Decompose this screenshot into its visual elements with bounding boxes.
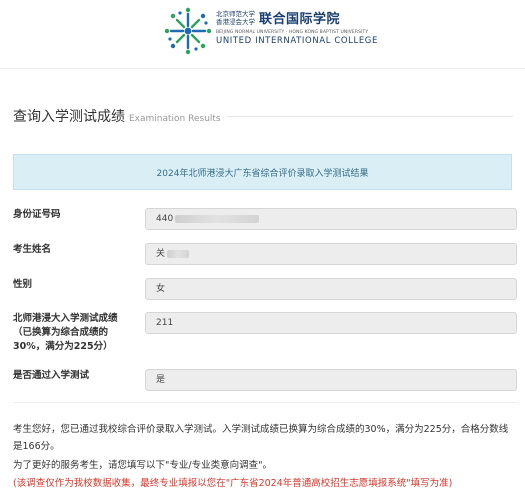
redacted-mask [167, 249, 190, 258]
title-divider [226, 116, 513, 117]
logo-cn-line1: 北京师范大学 [216, 9, 255, 18]
passed-field: 是 [145, 369, 517, 391]
field-label: 身份证号码 [13, 209, 61, 220]
field-label: 北师港浸大入学测试成绩（已换算为综合成绩的30%，满分为225分） [13, 313, 118, 352]
site-header: 北京师范大学 香港浸会大学 联合国际学院 BEIJING NORMAL UNIV… [0, 0, 525, 69]
survey-disclaimer: (该调查仅作为我校数据收集，最终专业填报以您在"广东省2024年普通高校招生志愿… [13, 478, 453, 489]
redacted-mask [175, 214, 260, 223]
field-label: 性别 [13, 279, 33, 290]
logo-wordmark: 北京师范大学 香港浸会大学 联合国际学院 BEIJING NORMAL UNIV… [216, 8, 391, 47]
logo-en-small: BEIJING NORMAL UNIVERSITY · HONG KONG BA… [216, 30, 369, 35]
page-title-cn: 查询入学测试成绩 [13, 109, 125, 125]
logo-cn-big: 联合国际学院 [259, 12, 341, 27]
field-value: 关 [156, 249, 166, 259]
result-note: 考生您好，您已通过我校综合评价录取入学测试。入学测试成绩已换算为综合成绩的30%… [13, 424, 509, 452]
page-title: 查询入学测试成绩 Examination Results [13, 106, 513, 126]
logo-en-big: UNITED INTERNATIONAL COLLEGE [216, 36, 378, 46]
logo-cn-line2: 香港浸会大学 [216, 17, 255, 26]
field-label: 是否通过入学测试 [13, 370, 90, 381]
survey-prompt: 为了更好的服务考生，请您填写以下"专业/专业类意向调查"。 [13, 460, 272, 471]
name-field: 关 [145, 243, 517, 265]
gender-field: 女 [145, 278, 517, 300]
id-number-field: 440 [145, 208, 517, 230]
page-title-en: Examination Results [129, 114, 221, 124]
field-value: 440 [156, 214, 174, 224]
uic-logo-icon [164, 7, 212, 55]
field-label: 考生姓名 [13, 244, 52, 255]
score-field: 211 [145, 312, 517, 334]
result-banner: 2024年北师港浸大广东省综合评价录取入学测试结果 [13, 154, 512, 190]
divider [13, 402, 517, 403]
